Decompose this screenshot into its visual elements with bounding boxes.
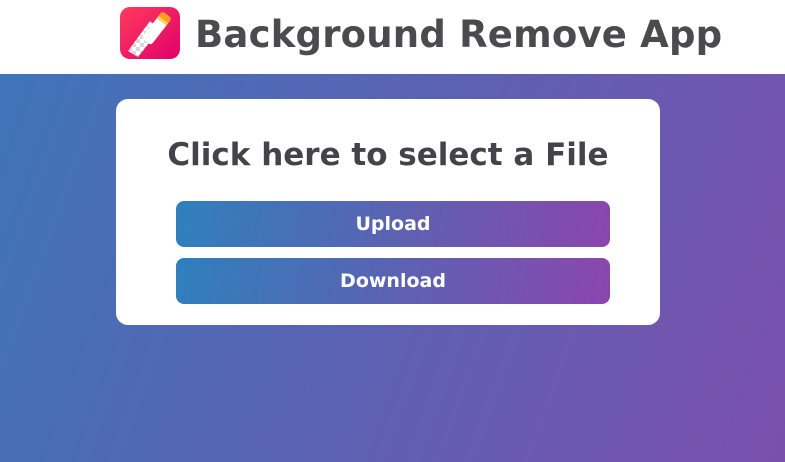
file-select-card[interactable]: Click here to select a File Upload Downl…: [116, 99, 660, 325]
download-button[interactable]: Download: [176, 258, 610, 304]
select-file-heading[interactable]: Click here to select a File: [116, 133, 660, 177]
app-logo-icon: [120, 7, 180, 59]
app-header: Background Remove App: [0, 0, 785, 74]
app-title: Background Remove App: [195, 13, 723, 56]
upload-button[interactable]: Upload: [176, 201, 610, 247]
